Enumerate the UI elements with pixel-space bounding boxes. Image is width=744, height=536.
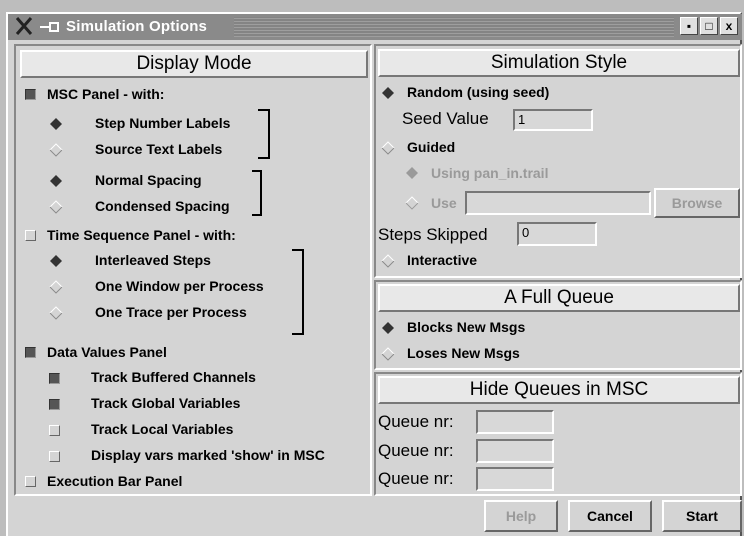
cancel-button[interactable]: Cancel xyxy=(568,500,652,532)
normal-spacing-radio[interactable] xyxy=(49,174,63,188)
condensed-spacing-radio[interactable] xyxy=(49,200,63,214)
close-button[interactable]: x xyxy=(720,17,738,35)
source-text-labels-label: Source Text Labels xyxy=(95,141,223,157)
one-trace-per-process-radio[interactable] xyxy=(49,306,63,320)
track-global-variables-label: Track Global Variables xyxy=(91,395,241,411)
title-bar-texture xyxy=(234,17,674,37)
normal-spacing-label: Normal Spacing xyxy=(95,172,202,188)
step-number-labels-radio[interactable] xyxy=(49,117,63,131)
using-trail-radio[interactable] xyxy=(405,166,419,180)
display-vars-show-checkbox[interactable] xyxy=(49,451,60,462)
queue-nr-input-2[interactable] xyxy=(476,439,554,463)
queue-nr-label-3: Queue nr: xyxy=(378,469,454,488)
source-text-labels-radio[interactable] xyxy=(49,143,63,157)
queue-nr-label-2: Queue nr: xyxy=(378,441,454,460)
steps-skipped-label: Steps Skipped xyxy=(378,225,488,244)
using-trail-label: Using pan_in.trail xyxy=(431,165,549,181)
track-local-variables-checkbox[interactable] xyxy=(49,425,60,436)
time-sequence-panel-checkbox[interactable] xyxy=(25,230,36,241)
seed-value-input[interactable]: 1 xyxy=(513,109,593,131)
steps-skipped-input[interactable]: 0 xyxy=(517,222,597,246)
msc-panel-checkbox[interactable] xyxy=(25,89,36,100)
queue-nr-input-3[interactable] xyxy=(476,467,554,491)
browse-button[interactable]: Browse xyxy=(654,188,740,218)
use-file-label: Use xyxy=(431,195,457,211)
one-trace-per-process-label: One Trace per Process xyxy=(95,304,247,320)
loses-new-msgs-label: Loses New Msgs xyxy=(407,345,520,361)
one-window-per-process-label: One Window per Process xyxy=(95,278,264,294)
start-button[interactable]: Start xyxy=(662,500,742,532)
execution-bar-panel-checkbox[interactable] xyxy=(25,476,36,487)
blocks-new-msgs-label: Blocks New Msgs xyxy=(407,319,526,335)
data-values-panel-checkbox[interactable] xyxy=(25,347,36,358)
queue-nr-label-1: Queue nr: xyxy=(378,412,454,431)
close-x-icon[interactable] xyxy=(14,15,34,37)
display-vars-show-label: Display vars marked 'show' in MSC xyxy=(91,447,325,463)
interleaved-steps-radio[interactable] xyxy=(49,254,63,268)
maximize-button[interactable]: □ xyxy=(700,17,718,35)
queue-nr-input-1[interactable] xyxy=(476,410,554,434)
spacing-group-bracket xyxy=(252,170,262,216)
display-mode-header: Display Mode xyxy=(20,50,368,78)
use-file-radio[interactable] xyxy=(405,196,419,210)
minimize-button[interactable]: ▪ xyxy=(680,17,698,35)
window-title: Simulation Options xyxy=(66,18,208,35)
help-button[interactable]: Help xyxy=(484,500,558,532)
interactive-radio[interactable] xyxy=(381,254,395,268)
random-radio[interactable] xyxy=(381,86,395,100)
step-number-labels-label: Step Number Labels xyxy=(95,115,231,131)
track-local-variables-label: Track Local Variables xyxy=(91,421,234,437)
pin-icon[interactable] xyxy=(38,19,62,35)
time-sequence-panel-label: Time Sequence Panel - with: xyxy=(47,227,236,243)
msc-panel-label: MSC Panel - with: xyxy=(47,86,165,102)
execution-bar-panel-label: Execution Bar Panel xyxy=(47,473,183,489)
random-label: Random (using seed) xyxy=(407,84,550,100)
loses-new-msgs-radio[interactable] xyxy=(381,347,395,361)
blocks-new-msgs-radio[interactable] xyxy=(381,321,395,335)
guided-radio[interactable] xyxy=(381,141,395,155)
full-queue-header: A Full Queue xyxy=(378,284,740,312)
guided-label: Guided xyxy=(407,139,456,155)
interleaved-steps-label: Interleaved Steps xyxy=(95,252,211,268)
data-values-panel-label: Data Values Panel xyxy=(47,344,167,360)
interactive-label: Interactive xyxy=(407,252,478,268)
title-bar[interactable]: Simulation Options ▪ □ x xyxy=(8,14,742,40)
track-buffered-channels-checkbox[interactable] xyxy=(49,373,60,384)
use-file-input[interactable] xyxy=(465,191,651,215)
hide-queues-header: Hide Queues in MSC xyxy=(378,376,740,404)
process-group-bracket xyxy=(292,249,304,335)
track-buffered-channels-label: Track Buffered Channels xyxy=(91,369,256,385)
simulation-style-header: Simulation Style xyxy=(378,49,740,77)
one-window-per-process-radio[interactable] xyxy=(49,280,63,294)
label-group-bracket xyxy=(258,109,270,159)
track-global-variables-checkbox[interactable] xyxy=(49,399,60,410)
condensed-spacing-label: Condensed Spacing xyxy=(95,198,230,214)
seed-value-label: Seed Value xyxy=(402,109,489,128)
